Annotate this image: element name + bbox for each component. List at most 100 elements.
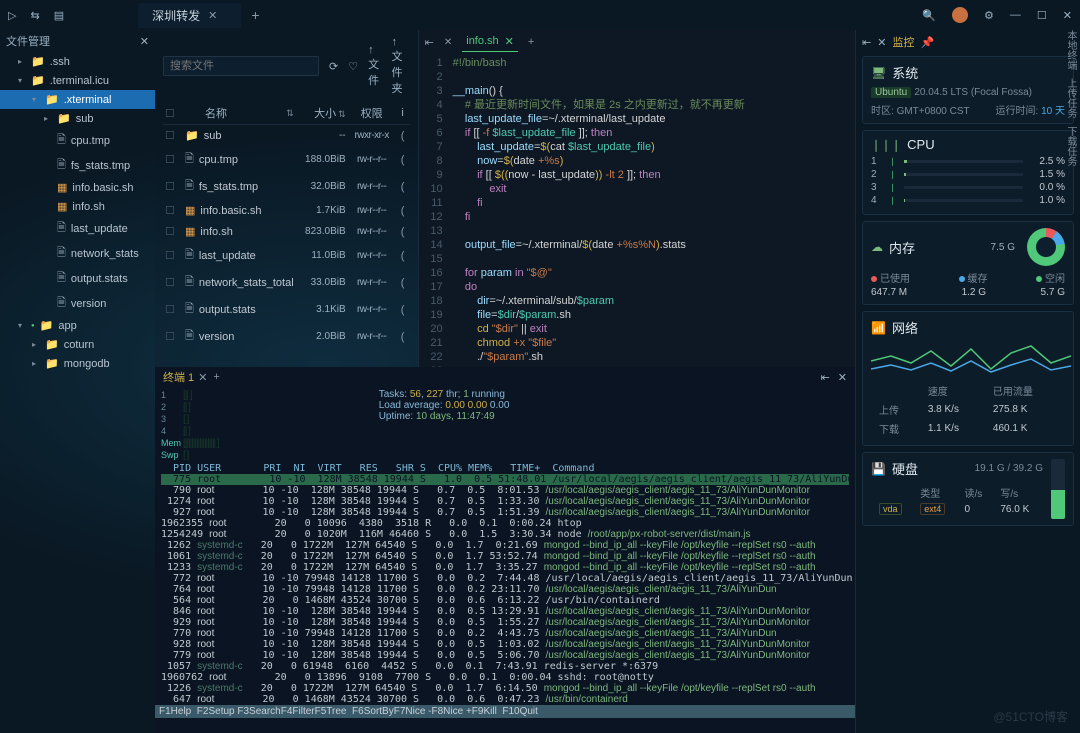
tree-item[interactable]: 🗎network_stats [0,241,155,266]
monitor-icon: 🖥 [871,66,886,80]
process-row[interactable]: 564 root 20 0 1468M 43524 30700 S 0.0 0.… [161,595,849,606]
memory-card: ☁内存 7.5 G 已使用 缓存 空闲 647.7 M 1.2 G 5.7 G [862,221,1074,305]
search-input[interactable] [163,56,319,76]
panel-close-icon[interactable]: ✕ [444,37,452,48]
add-editor-tab[interactable]: + [528,36,534,48]
tree-item[interactable]: ▸📁mongodb [0,354,155,373]
file-row[interactable]: ☐🗎fs_stats.tmp32.0BiBrw-r--r--( [163,173,410,200]
process-row[interactable]: 764 root 10 -10 79948 14128 11700 S 0.0 … [161,584,849,595]
htop-footer[interactable]: F1Help F2Setup F3SearchF4FilterF5Tree F6… [155,705,855,718]
editor-tab[interactable]: info.sh ✕ [462,32,518,52]
process-row[interactable]: 928 root 10 -10 128M 38548 19944 S 0.0 0… [161,639,849,650]
file-tree-sidebar: 文件管理 ✕ ▸📁.ssh▾📁.terminal.icu▾📁.xterminal… [0,30,155,733]
tree-item[interactable]: ▸📁sub [0,109,155,128]
process-row[interactable]: 927 root 10 -10 128M 38548 19944 S 0.7 0… [161,507,849,518]
cpu-mem-bars: 1[|| ] 2[| ] 3[ ] 4[| ] Mem[|||||||||||| [161,389,219,461]
network-card: 📶网络 速度已用流量 上传3.8 K/s275.8 K 下载1.1 K/s460… [862,311,1074,446]
process-row[interactable]: 1962355 root 20 0 10096 4380 3518 R 0.0 … [161,518,849,529]
tree-item[interactable]: ▾📁.terminal.icu [0,71,155,90]
process-row[interactable]: 1233 systemd-c 20 0 1722M 127M 64540 S 0… [161,562,849,573]
process-row[interactable]: 1262 systemd-c 20 0 1722M 127M 64540 S 0… [161,540,849,551]
window-titlebar: ▷ ⇆ ▤ 深圳转发 ✕ + 🔍 ⚙ — ☐ ✕ [0,0,1080,30]
process-row[interactable]: 1254249 root 20 0 1020M 116M 46460 S 0.0… [161,529,849,540]
tree-item[interactable]: ▸📁coturn [0,335,155,354]
transfer-icon[interactable]: ⇆ [30,9,39,22]
cpu-core-row: 4❘1.0 % [871,195,1065,206]
monitor-title: 监控 [892,34,914,50]
sidebar-title: 文件管理 [6,33,50,49]
cpu-card: ❘❘❘CPU 1❘2.5 %2❘1.5 %3❘0.0 %4❘1.0 % [862,130,1074,215]
add-terminal[interactable]: + [213,371,219,383]
tree-item[interactable]: ▸📁.ssh [0,52,155,71]
tree-item[interactable]: ▦info.sh [0,197,155,216]
file-row[interactable]: ☐▦info.sh823.0BiBrw-r--r--( [163,221,410,242]
minimize-icon[interactable]: — [1010,9,1021,21]
connection-tab[interactable]: 深圳转发 ✕ [138,3,241,28]
run-icon[interactable]: ▷ [8,9,16,22]
process-row[interactable]: 1057 systemd-c 20 0 61948 6160 4452 S 0.… [161,661,849,672]
upload-folder-button[interactable]: ↑ 文件夹 [391,36,409,96]
disk-icon: 💾 [871,462,886,476]
maximize-icon[interactable]: ☐ [1037,9,1047,22]
tree-item[interactable]: 🗎version [0,291,155,316]
process-row[interactable]: 929 root 10 -10 128M 38548 19944 S 0.0 0… [161,617,849,628]
process-row[interactable]: 1061 systemd-c 20 0 1722M 127M 64540 S 0… [161,551,849,562]
process-row[interactable]: 779 root 10 -10 128M 38548 19944 S 0.0 0… [161,650,849,661]
file-row[interactable]: ☐🗎cpu.tmp188.0BiBrw-r--r--( [163,146,410,173]
search-icon[interactable]: 🔍 [922,9,936,22]
refresh-icon[interactable]: ⟳ [329,60,338,73]
process-row[interactable]: 1274 root 10 -10 128M 38548 19944 S 0.7 … [161,496,849,507]
panel-collapse-icon[interactable]: ⇤ [821,371,830,384]
tree-item[interactable]: ▾●📁app [0,316,155,335]
tree-item[interactable]: ▾📁.xterminal [0,90,155,109]
tree-item[interactable]: 🗎fs_stats.tmp [0,153,155,178]
tree-item[interactable]: ▦info.basic.sh [0,178,155,197]
process-row[interactable]: 1226 systemd-c 20 0 1722M 127M 64540 S 0… [161,683,849,694]
pin-icon[interactable]: 📌 [920,36,934,49]
file-row[interactable]: ☐🗎network_stats_total33.0BiBrw-r--r--( [163,269,410,296]
process-row[interactable]: 1960762 root 20 0 13896 9108 7700 S 0.0 … [161,672,849,683]
cpu-core-row: 3❘0.0 % [871,182,1065,193]
list-icon[interactable]: ▤ [54,9,64,22]
col-name[interactable]: 名称 [205,105,284,121]
cloud-icon: ☁ [871,240,883,254]
terminal-tab[interactable]: 终端 1 [163,369,194,385]
panel-collapse-icon[interactable]: ⇤ [862,36,871,49]
tree-item[interactable]: 🗎output.stats [0,266,155,291]
file-row[interactable]: ☐🗎version2.0BiBrw-r--r--( [163,323,410,350]
right-edge-tabs[interactable]: 本地终端 上传任务 下载任务 [1063,30,1078,166]
tree-item[interactable]: 🗎cpu.tmp [0,128,155,153]
panel-collapse-icon[interactable]: ⇤ [425,36,434,49]
sidebar-close-icon[interactable]: ✕ [140,35,149,48]
close-icon[interactable]: ✕ [208,9,217,22]
tree-item[interactable]: 🗎last_update [0,216,155,241]
tab-label: 深圳转发 [152,7,200,24]
avatar[interactable] [952,7,968,23]
sys-stats: Tasks: 56, 227 thr; 1 runningLoad averag… [379,389,510,461]
close-window-icon[interactable]: ✕ [1063,9,1072,22]
upload-file-button[interactable]: ↑ 文件 [368,44,381,88]
add-tab-button[interactable]: + [251,7,259,23]
col-size[interactable]: 大小 [314,108,336,120]
process-header[interactable]: PID USER PRI NI VIRT RES SHR S CPU% MEM%… [161,463,849,474]
process-row[interactable]: 770 root 10 -10 79948 14128 11700 S 0.0 … [161,628,849,639]
terminal-close-icon[interactable]: ✕ [198,371,207,384]
file-row[interactable]: ☐📁sub--rwxr-xr-x( [163,125,410,146]
col-perm[interactable]: 权限 [346,105,398,121]
col-info[interactable]: i [398,107,408,119]
panel-close-icon[interactable]: ✕ [838,371,847,384]
close-icon[interactable]: ✕ [505,35,514,48]
cpu-icon: ❘❘❘ [871,138,901,152]
heart-icon[interactable]: ♡ [348,60,358,73]
code-content[interactable]: #!/bin/bash __main() { # 最近更新时间文件，如果是 2s… [449,54,855,367]
process-row[interactable]: 647 root 20 0 1468M 43524 30700 S 0.0 0.… [161,694,849,705]
process-row[interactable]: 846 root 10 -10 128M 38548 19944 S 0.0 0… [161,606,849,617]
file-row[interactable]: ☐🗎output.stats3.1KiBrw-r--r--( [163,296,410,323]
file-row[interactable]: ☐▦info.basic.sh1.7KiBrw-r--r--( [163,200,410,221]
file-row[interactable]: ☐🗎last_update11.0BiBrw-r--r--( [163,242,410,269]
gear-icon[interactable]: ⚙ [984,9,994,22]
process-row[interactable]: 772 root 10 -10 79948 14128 11700 S 0.0 … [161,573,849,584]
process-row[interactable]: 790 root 10 -10 128M 38548 19944 S 0.7 0… [161,485,849,496]
process-row[interactable]: 775 root 10 -10 128M 38548 19944 S 1.0 0… [161,474,849,485]
panel-close-icon[interactable]: ✕ [877,36,886,49]
